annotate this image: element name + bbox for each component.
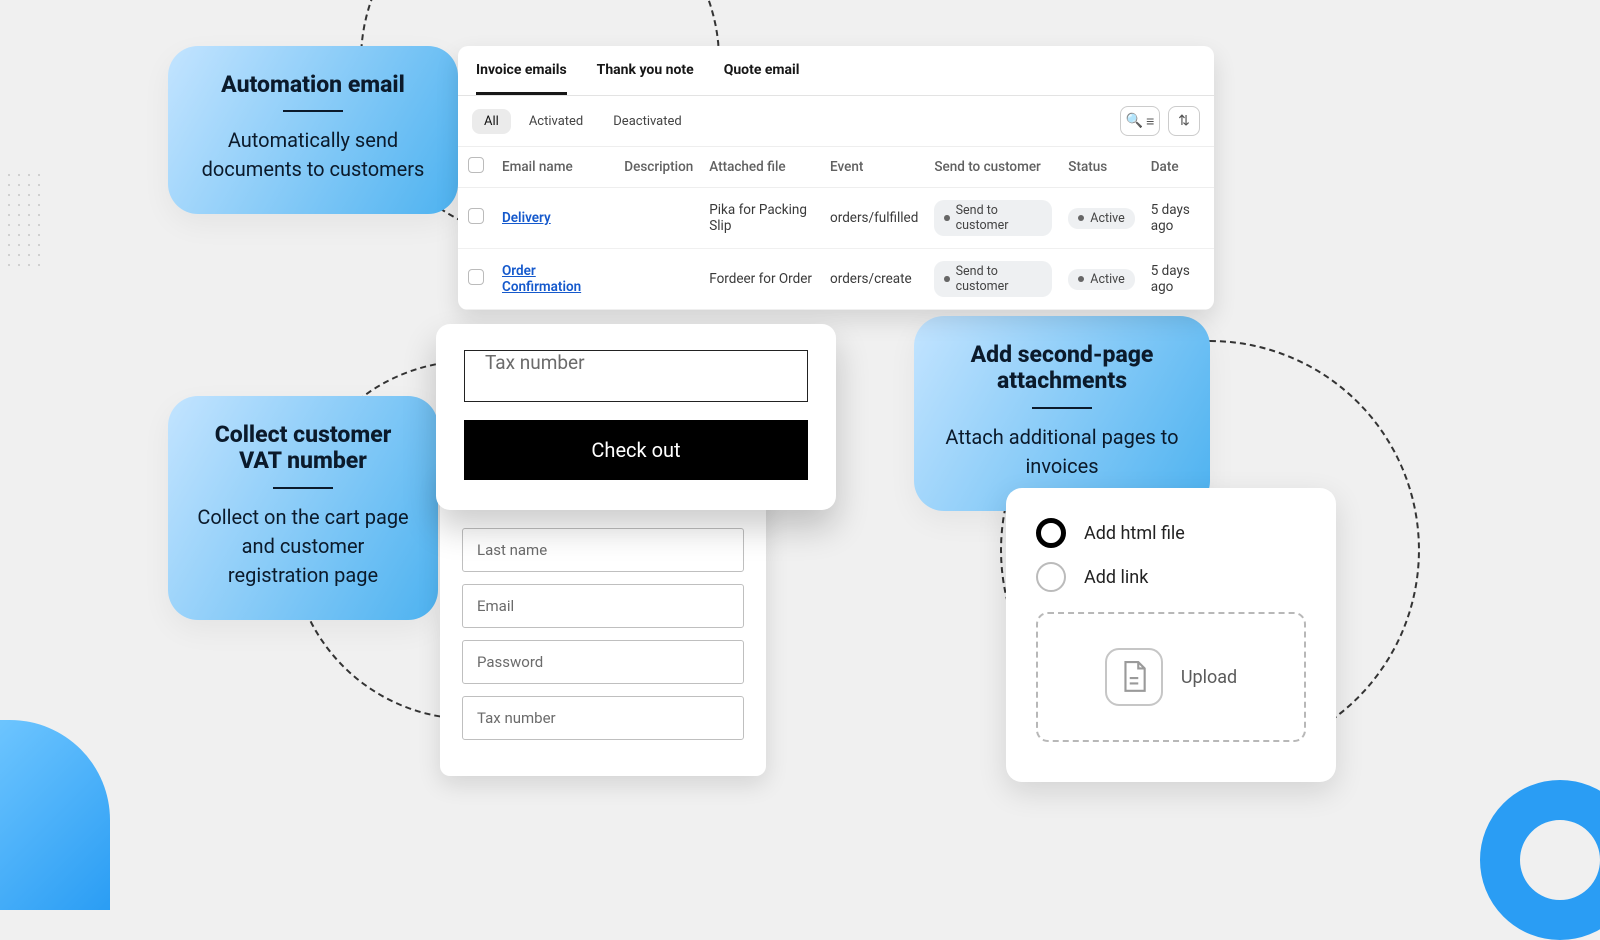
divider [273,487,333,489]
dot-icon [944,276,949,282]
col-status: Status [1060,147,1142,188]
search-icon: 🔍 [1126,113,1143,129]
decorative-ring [1480,780,1600,940]
decorative-dots [4,170,44,270]
send-label: Send to customer [956,203,1043,233]
filter-deactivated[interactable]: Deactivated [601,109,693,134]
checkout-tax-card: Tax number Check out [436,324,836,510]
col-date: Date [1143,147,1214,188]
table-row: Delivery Pika for Packing Slip orders/fu… [458,188,1214,249]
cell-event: orders/create [822,249,926,310]
email-field[interactable]: Email [462,584,744,628]
file-icon [1105,648,1163,706]
status-label: Active [1090,272,1124,287]
option-add-html-file[interactable]: Add html file [1036,518,1306,548]
callout-title: Add second-page attachments [942,342,1182,395]
filter-all[interactable]: All [472,109,511,134]
divider [283,110,343,112]
tab-invoice-emails[interactable]: Invoice emails [476,62,567,95]
checkout-button[interactable]: Check out [464,420,808,480]
callout-body: Collect on the cart page and customer re… [196,503,410,590]
col-description: Description [616,147,701,188]
dot-icon [1078,276,1084,282]
divider [1032,407,1092,409]
send-badge: Send to customer [934,200,1052,236]
table-row: Order Confirmation Fordeer for Order ord… [458,249,1214,310]
row-checkbox[interactable] [468,208,484,224]
tax-number-field[interactable]: Tax number [462,696,744,740]
callout-body: Attach additional pages to invoices [942,423,1182,481]
status-badge: Active [1068,269,1134,290]
radio-unselected-icon [1036,562,1066,592]
filter-icon: ≡ [1146,113,1154,130]
last-name-field[interactable]: Last name [462,528,744,572]
dot-icon [944,215,949,221]
col-attached-file: Attached file [701,147,822,188]
radio-label: Add link [1084,567,1148,588]
email-name-link[interactable]: Order Confirmation [502,263,581,295]
sort-button[interactable]: ⇅ [1168,106,1200,136]
status-badge: Active [1068,208,1134,229]
cell-date: 5 days ago [1143,188,1214,249]
search-filter-button[interactable]: 🔍≡ [1120,106,1160,136]
col-send-to-customer: Send to customer [926,147,1060,188]
cell-attached: Pika for Packing Slip [701,188,822,249]
upload-dropzone[interactable]: Upload [1036,612,1306,742]
callout-title: Automation email [196,72,430,98]
decorative-blob [0,720,110,910]
callout-vat: Collect customer VAT number Collect on t… [168,396,438,620]
filter-activated[interactable]: Activated [517,109,595,134]
attachments-card: Add html file Add link Upload [1006,488,1336,782]
tab-thank-you-note[interactable]: Thank you note [597,62,694,95]
callout-attachments: Add second-page attachments Attach addit… [914,316,1210,511]
sort-icon: ⇅ [1178,113,1190,129]
radio-selected-icon [1036,518,1066,548]
tax-number-input[interactable]: Tax number [464,350,808,402]
cell-date: 5 days ago [1143,249,1214,310]
upload-label: Upload [1181,667,1237,688]
status-label: Active [1090,211,1124,226]
row-checkbox[interactable] [468,269,484,285]
callout-title: Collect customer VAT number [196,422,410,475]
cell-event: orders/fulfilled [822,188,926,249]
option-add-link[interactable]: Add link [1036,562,1306,592]
col-email-name: Email name [494,147,616,188]
col-event: Event [822,147,926,188]
send-label: Send to customer [956,264,1043,294]
cell-description [616,188,701,249]
send-badge: Send to customer [934,261,1052,297]
password-field[interactable]: Password [462,640,744,684]
registration-form-card: Last name Email Password Tax number [440,470,766,776]
invoice-emails-panel: Invoice emails Thank you note Quote emai… [458,46,1214,310]
callout-body: Automatically send documents to customer… [196,126,430,184]
radio-label: Add html file [1084,523,1185,544]
filter-row: All Activated Deactivated 🔍≡ ⇅ [458,96,1214,146]
cell-description [616,249,701,310]
email-tabs: Invoice emails Thank you note Quote emai… [458,46,1214,96]
email-name-link[interactable]: Delivery [502,210,551,226]
tab-quote-email[interactable]: Quote email [724,62,800,95]
select-all-checkbox[interactable] [468,157,484,173]
emails-table: Email name Description Attached file Eve… [458,146,1214,310]
dot-icon [1078,215,1084,221]
callout-automation-email: Automation email Automatically send docu… [168,46,458,214]
cell-attached: Fordeer for Order [701,249,822,310]
